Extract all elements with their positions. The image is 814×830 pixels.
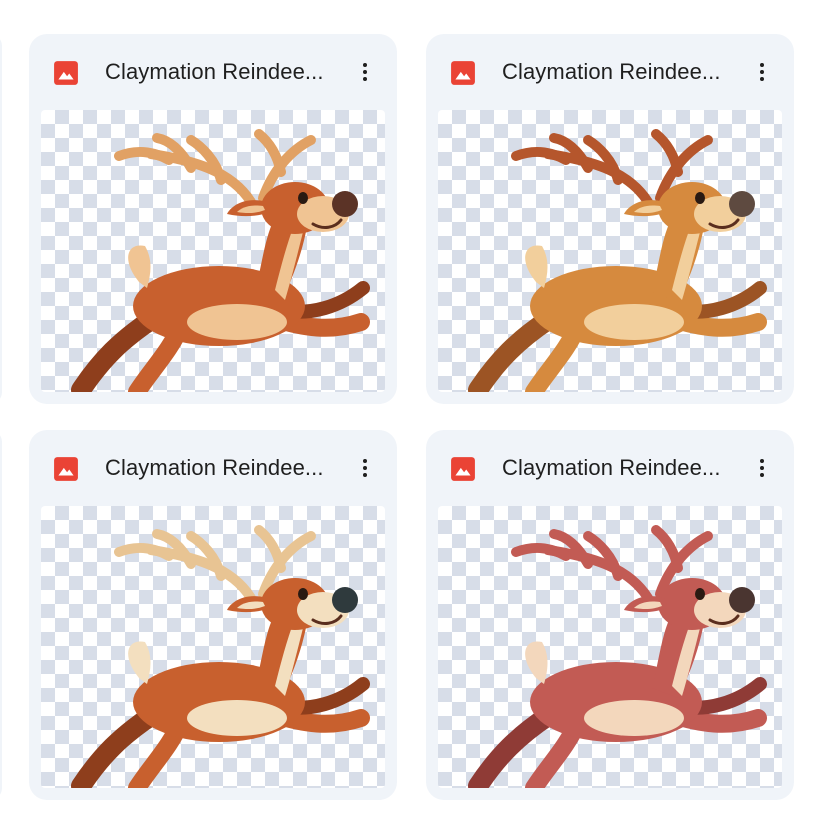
more-options-button[interactable] (347, 450, 383, 486)
file-name[interactable]: Claymation Reindee... (105, 58, 345, 86)
partial-file-card[interactable] (0, 34, 2, 404)
image-file-icon (451, 457, 475, 481)
image-file-icon (451, 61, 475, 85)
file-card[interactable]: Claymation Reindee... (426, 430, 794, 800)
image-file-icon (54, 61, 78, 85)
more-options-button[interactable] (744, 54, 780, 90)
file-thumbnail[interactable] (438, 506, 782, 788)
reindeer-image (71, 129, 370, 392)
file-card[interactable]: Claymation Reindee... (426, 34, 794, 404)
reindeer-image (71, 525, 370, 788)
file-card[interactable]: Claymation Reindee... (29, 34, 397, 404)
reindeer-image (468, 525, 767, 788)
more-options-button[interactable] (347, 54, 383, 90)
more-vert-icon (363, 459, 367, 477)
file-name[interactable]: Claymation Reindee... (105, 454, 345, 482)
file-card-header: Claymation Reindee... (29, 430, 397, 506)
more-options-button[interactable] (744, 450, 780, 486)
file-name[interactable]: Claymation Reindee... (502, 454, 742, 482)
file-card[interactable]: Claymation Reindee... (29, 430, 397, 800)
more-vert-icon (760, 63, 764, 81)
more-vert-icon (760, 459, 764, 477)
file-name[interactable]: Claymation Reindee... (502, 58, 742, 86)
reindeer-image (468, 129, 767, 392)
image-file-icon (54, 457, 78, 481)
more-vert-icon (363, 63, 367, 81)
file-card-header: Claymation Reindee... (426, 430, 794, 506)
file-card-header: Claymation Reindee... (426, 34, 794, 110)
file-thumbnail[interactable] (438, 110, 782, 392)
partial-file-card[interactable] (0, 430, 2, 800)
file-thumbnail[interactable] (41, 110, 385, 392)
file-thumbnail[interactable] (41, 506, 385, 788)
file-card-header: Claymation Reindee... (29, 34, 397, 110)
